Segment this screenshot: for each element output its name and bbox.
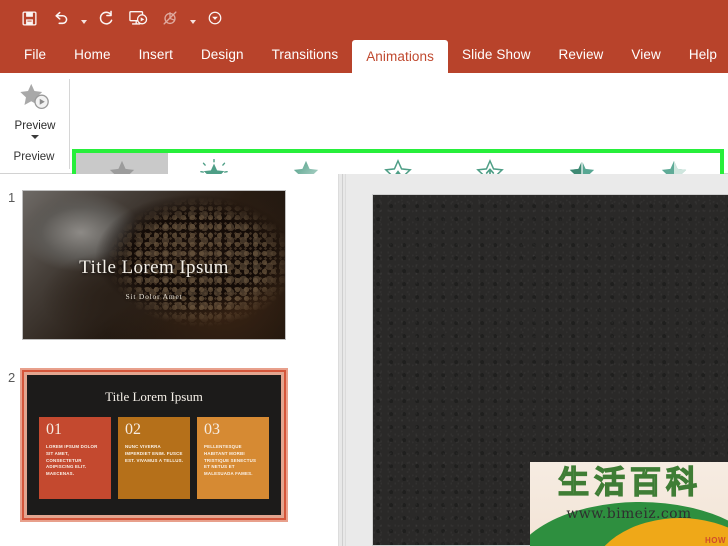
start-presentation-icon[interactable] (123, 4, 153, 32)
card-text: Lorem ipsum dolor sit amet, consectetur … (46, 444, 98, 477)
customize-quick-access-icon[interactable] (200, 4, 230, 32)
slide-2-cards: 01 Lorem ipsum dolor sit amet, consectet… (39, 417, 269, 499)
list-item: 01 Lorem ipsum dolor sit amet, consectet… (39, 417, 111, 499)
tab-insert[interactable]: Insert (125, 36, 187, 73)
rotation-handle[interactable] (545, 481, 556, 492)
chevron-down-icon[interactable] (31, 135, 39, 139)
card-number: 02 (125, 421, 141, 438)
tab-design[interactable]: Design (187, 36, 258, 73)
tab-review[interactable]: Review (545, 36, 618, 73)
quick-access-toolbar (0, 0, 728, 36)
slides-thumbnail-pane: 1 Title Lorem Ipsum Sit Dolor Amet 2 Tit… (0, 174, 338, 546)
table-row[interactable]: 1 Title Lorem Ipsum Sit Dolor Amet (0, 190, 286, 340)
table-row[interactable]: 2 Title Lorem Ipsum 01 Lorem ipsum dolor… (0, 368, 288, 522)
preview-group-label: Preview (13, 151, 55, 163)
undo-icon[interactable] (46, 4, 76, 32)
undo-dropdown-caret[interactable] (78, 4, 89, 32)
tab-home[interactable]: Home (60, 36, 124, 73)
preview-group: Preview Preview (0, 73, 68, 173)
card-number: 01 (46, 421, 62, 438)
slide-editing-pane[interactable] (346, 174, 728, 546)
tab-slide-show[interactable]: Slide Show (448, 36, 545, 73)
save-icon[interactable] (14, 4, 44, 32)
powerpoint-window: File Home Insert Design Transitions Anim… (0, 0, 728, 546)
slide-1-title: Title Lorem Ipsum (79, 256, 229, 278)
work-area: 1 Title Lorem Ipsum Sit Dolor Amet 2 Tit… (0, 174, 728, 546)
preview-star-play-icon (18, 82, 52, 119)
card-text: Pellentesque habitant morbi tristique se… (204, 444, 257, 477)
preview-button[interactable]: Preview (6, 77, 64, 145)
rotation-handle-stem (550, 491, 551, 511)
current-slide-canvas[interactable] (372, 194, 728, 546)
tab-animations[interactable]: Animations (352, 40, 448, 73)
slide-thumbnail-2[interactable]: Title Lorem Ipsum 01 Lorem ipsum dolor s… (20, 368, 288, 522)
chevron-down-icon (80, 20, 87, 24)
chevron-down-icon (189, 20, 196, 24)
redo-icon[interactable] (91, 4, 121, 32)
slide-number: 2 (8, 370, 16, 385)
ribbon-group-separator (69, 79, 70, 169)
tab-help[interactable]: Help (675, 36, 728, 73)
card-number: 03 (204, 421, 220, 438)
slide-2-artwork: Title Lorem Ipsum 01 Lorem ipsum dolor s… (24, 372, 284, 518)
card-text: Nunc viverra imperdiet enim. Fusce est. … (125, 444, 184, 463)
touch-dropdown-caret[interactable] (187, 4, 198, 32)
slide-thumbnail-1[interactable]: Title Lorem Ipsum Sit Dolor Amet (22, 190, 286, 340)
tab-view[interactable]: View (617, 36, 674, 73)
ribbon-tabs: File Home Insert Design Transitions Anim… (0, 36, 728, 73)
slide-2-title: Title Lorem Ipsum (105, 389, 203, 404)
slide-1-subtitle: Sit Dolor Amet (125, 291, 183, 301)
touch-mode-icon[interactable] (155, 4, 185, 32)
pane-splitter[interactable] (338, 174, 346, 546)
preview-button-label: Preview (14, 120, 56, 132)
tab-transitions[interactable]: Transitions (258, 36, 353, 73)
list-item: 02 Nunc viverra imperdiet enim. Fusce es… (118, 417, 190, 499)
slide-number: 1 (8, 190, 16, 205)
tab-file[interactable]: File (10, 36, 60, 73)
list-item: 03 Pellentesque habitant morbi tristique… (197, 417, 269, 499)
ribbon-content: Preview Preview None (0, 73, 728, 219)
selected-shape[interactable] (551, 487, 728, 545)
